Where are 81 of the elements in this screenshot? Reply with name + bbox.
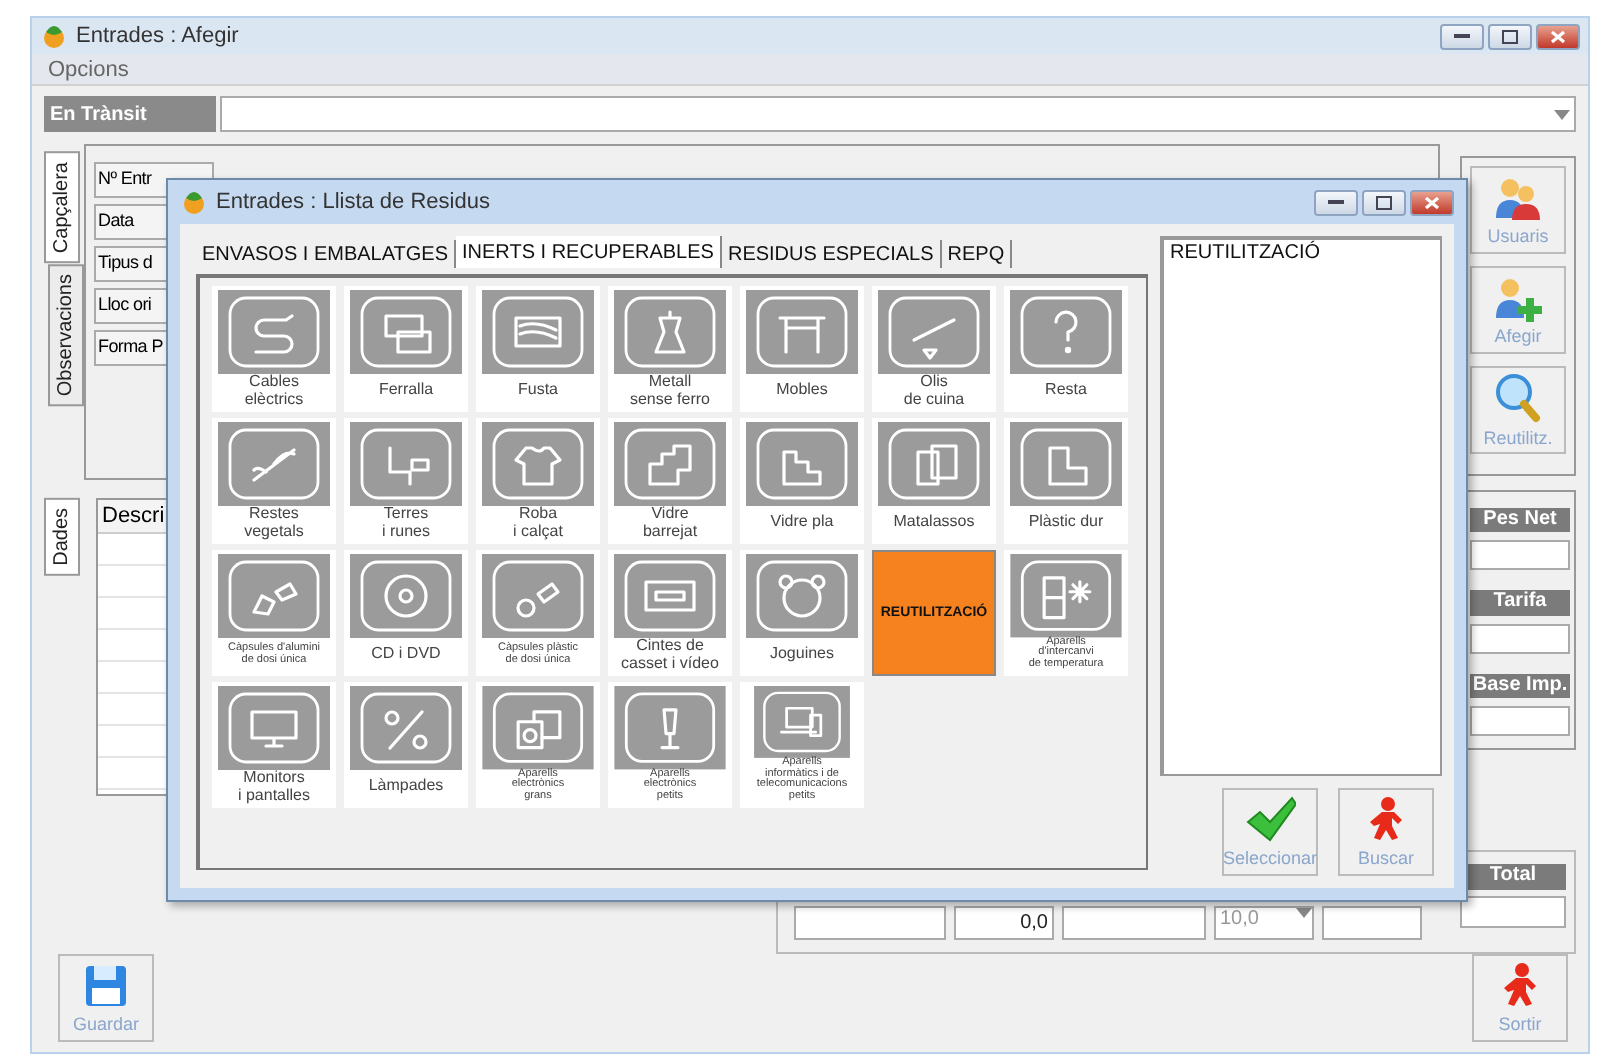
search-icon xyxy=(1494,372,1542,424)
amount-label: Pes Net xyxy=(1470,508,1570,533)
waste-tile[interactable]: Plàstic dur xyxy=(1004,418,1128,544)
waste-tile[interactable]: CD i DVD xyxy=(344,550,468,676)
waste-tile[interactable]: Ferralla xyxy=(344,286,468,412)
side-tab[interactable]: Observacions xyxy=(48,263,84,406)
waste-tile[interactable]: Cintes de casset i vídeo xyxy=(608,550,732,676)
close-icon xyxy=(1550,29,1566,43)
minimize-icon xyxy=(1454,33,1470,39)
coffee-pot-icon xyxy=(614,290,726,374)
app-logo-icon xyxy=(180,188,208,216)
glass-icon xyxy=(614,686,726,770)
waste-tile[interactable]: Olis de cuina xyxy=(872,286,996,412)
branch-icon xyxy=(218,422,330,506)
waste-tile[interactable]: Làmpades xyxy=(344,682,468,808)
mattress-icon xyxy=(878,422,990,506)
maximize-icon xyxy=(1376,195,1392,209)
minimize-icon xyxy=(1328,199,1344,205)
input-field[interactable] xyxy=(1460,896,1566,928)
waste-tile[interactable]: Monitors i pantalles xyxy=(212,682,336,808)
monitor-icon xyxy=(218,686,330,770)
box-icon xyxy=(1010,422,1122,506)
input-field[interactable] xyxy=(1470,623,1570,654)
add-user-icon xyxy=(1492,274,1544,322)
waste-tile[interactable]: Roba i calçat xyxy=(476,418,600,544)
close-button[interactable] xyxy=(1410,189,1454,215)
waste-tile[interactable]: Resta xyxy=(1004,286,1128,412)
toolbox-icon xyxy=(350,290,462,374)
maximize-button[interactable] xyxy=(1362,189,1406,215)
question-mark-icon xyxy=(1010,290,1122,374)
waste-tile[interactable]: Mobles xyxy=(740,286,864,412)
washing-machine-icon xyxy=(482,686,594,770)
table-icon xyxy=(746,290,858,374)
waste-tile[interactable]: Fusta xyxy=(476,286,600,412)
cassette-icon xyxy=(614,554,726,638)
waste-tile[interactable]: Terres i runes xyxy=(344,418,468,544)
waste-tile[interactable]: Joguines xyxy=(740,550,864,676)
transit-label: En Trànsit xyxy=(44,96,216,132)
cable-icon xyxy=(218,290,330,374)
waste-tile[interactable]: Vidre pla xyxy=(740,418,864,544)
side-tab[interactable]: Dades xyxy=(44,498,80,576)
bricks-icon xyxy=(614,422,726,506)
app-logo-icon xyxy=(40,22,68,50)
waste-tile[interactable]: Vidre barrejat xyxy=(608,418,732,544)
amount-label: Tarifa xyxy=(1470,590,1570,616)
maximize-button[interactable] xyxy=(1488,23,1532,49)
input-field[interactable]: 0,0 xyxy=(954,906,1054,940)
menu-item[interactable]: Opcions xyxy=(48,57,129,81)
check-icon xyxy=(1244,796,1296,844)
maximize-icon xyxy=(1502,29,1518,43)
close-button[interactable] xyxy=(1536,23,1580,49)
shirt-icon xyxy=(482,422,594,506)
dropdown-arrow-icon xyxy=(1554,109,1570,119)
users-icon xyxy=(1492,174,1544,222)
input-field[interactable] xyxy=(1322,906,1422,940)
bear-icon xyxy=(746,554,858,638)
close-icon xyxy=(1424,195,1440,209)
waste-tile[interactable]: Matalassos xyxy=(872,418,996,544)
input-field[interactable] xyxy=(794,906,946,940)
pan-icon xyxy=(878,290,990,374)
list-item[interactable]: REUTILITZACIÓ xyxy=(1170,242,1434,264)
wood-icon xyxy=(482,290,594,374)
input-field[interactable] xyxy=(1470,540,1570,571)
transit-dropdown[interactable] xyxy=(220,96,1576,132)
capsules-icon xyxy=(482,554,594,638)
window-title: Entrades : Afegir xyxy=(76,24,239,48)
stairs-icon xyxy=(746,422,858,506)
fridge-icon xyxy=(1010,554,1122,638)
minimize-button[interactable] xyxy=(1440,23,1484,49)
capsules-icon xyxy=(218,554,330,638)
waste-tile[interactable]: Cables elèctrics xyxy=(212,286,336,412)
input-field[interactable] xyxy=(1062,906,1206,940)
dropdown-arrow-icon xyxy=(1296,908,1312,918)
waste-tile[interactable]: Restes vegetals xyxy=(212,418,336,544)
minimize-button[interactable] xyxy=(1314,189,1358,215)
category-tab[interactable]: INERTS I RECUPERABLES xyxy=(456,236,722,268)
input-field[interactable] xyxy=(1470,705,1570,737)
dialog-title: Entrades : Llista de Residus xyxy=(216,190,490,214)
waste-tile[interactable]: Metall sense ferro xyxy=(608,286,732,412)
side-tab[interactable]: Capçalera xyxy=(44,152,80,264)
amount-label: Base Imp. xyxy=(1470,673,1570,698)
